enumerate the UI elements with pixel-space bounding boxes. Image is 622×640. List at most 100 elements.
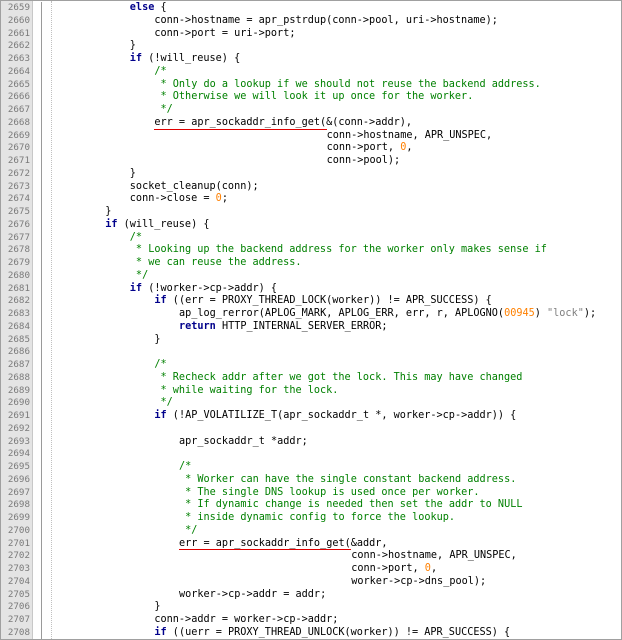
code-text: */ — [130, 270, 148, 283]
code-line[interactable]: 2687 /* — [1, 359, 621, 372]
code-line[interactable]: 2681 if (!worker->cp->addr) { — [1, 282, 621, 296]
line-number: 2681 — [7, 282, 30, 294]
code-line[interactable]: 2677 /* — [1, 231, 621, 245]
code-line[interactable]: 2665 * Only do a lookup if we should not… — [1, 78, 621, 92]
code-token: conn->close = — [129, 193, 216, 205]
code-text: conn->hostname = apr_pstrdup(conn->pool,… — [154, 15, 497, 28]
code-line[interactable]: 2708 if ((uerr = PROXY_THREAD_UNLOCK(work… — [1, 626, 621, 639]
code-line[interactable]: 2706} — [1, 601, 621, 614]
code-line[interactable]: 2707 conn->addr = worker->cp->addr; — [1, 614, 621, 627]
code-text: /* — [130, 232, 142, 245]
code-line[interactable]: 2666 * Otherwise we will look it up once… — [1, 91, 621, 104]
code-line[interactable]: 2664 /* — [1, 65, 621, 79]
string-token: "lock" — [547, 308, 584, 319]
code-line[interactable]: 2663 if (!will_reuse) { — [1, 53, 621, 66]
fold-guide — [41, 410, 42, 423]
code-text: else { — [130, 2, 167, 15]
comment-token: * Worker can have the single constant ba… — [179, 473, 517, 485]
code-line[interactable]: 2693 apr_sockaddr_t *addr; — [1, 435, 621, 449]
comment-token: */ — [154, 397, 173, 409]
code-line[interactable]: 2679 * we can reuse the address. — [1, 257, 621, 270]
code-line[interactable]: 2660 conn->hostname = apr_pstrdup(conn->p… — [1, 14, 621, 28]
code-line[interactable]: 2703 conn->port, 0, — [1, 563, 621, 576]
code-line[interactable]: 2702 conn->hostname, APR_UNSPEC, — [1, 550, 621, 563]
code-token: worker->cp->dns_pool); — [351, 575, 487, 587]
code-line[interactable]: 2690 */ — [1, 397, 621, 410]
code-token: conn->hostname, APR_UNSPEC, — [351, 550, 517, 562]
keyword-token: if — [129, 282, 143, 294]
code-text: } — [154, 601, 160, 614]
code-line[interactable]: 2672} — [1, 167, 621, 181]
comment-token: */ — [179, 524, 198, 536]
comment-token: /* — [154, 359, 167, 370]
code-text: } — [154, 334, 160, 347]
code-line[interactable]: 2675} — [1, 206, 621, 219]
code-line[interactable]: 2671 conn->pool); — [1, 155, 621, 168]
fold-guide — [41, 244, 42, 257]
fold-guide — [41, 40, 42, 53]
code-line[interactable]: 2669 conn->hostname, APR_UNSPEC, — [1, 129, 621, 143]
code-text: /* — [154, 359, 166, 372]
code-line[interactable]: 2659 else { — [1, 2, 621, 15]
code-line[interactable]: 2682 if ((err = PROXY_THREAD_LOCK(worker)… — [1, 295, 621, 308]
code-text: * inside dynamic config to force the loo… — [179, 512, 455, 525]
code-text: conn->addr = worker->cp->addr; — [154, 614, 338, 627]
code-editor[interactable]: 2659 else {2660 conn->hostname = apr_pstrd… — [0, 0, 622, 640]
code-line[interactable]: 2700 */ — [1, 524, 621, 538]
line-number: 2701 — [7, 537, 30, 549]
line-number: 2691 — [7, 410, 30, 421]
line-number: 2674 — [7, 193, 30, 205]
code-text: conn->port, 0, — [327, 142, 413, 155]
code-line[interactable]: 2661 conn->port = uri->port; — [1, 27, 621, 41]
line-number: 2666 — [7, 91, 30, 103]
code-token: conn->port = uri->port; — [154, 27, 296, 39]
code-text: socket_cleanup(conn); — [130, 181, 259, 194]
code-line[interactable]: 2698 * If dynamic change is needed then … — [1, 499, 621, 512]
fold-guide — [41, 206, 42, 219]
code-text: if (!will_reuse) { — [130, 53, 240, 66]
code-line[interactable]: 2688 * Recheck addr after we got the loc… — [1, 371, 621, 385]
fold-guide — [41, 27, 42, 41]
code-line[interactable]: 2705 worker->cp->addr = addr; — [1, 588, 621, 602]
line-number: 2690 — [7, 397, 30, 409]
code-line[interactable]: 2697 * The single DNS lookup is used onc… — [1, 486, 621, 500]
fold-guide — [41, 180, 42, 194]
fold-guide — [41, 193, 42, 206]
code-line[interactable]: 2667 */ — [1, 104, 621, 117]
code-text: * The single DNS lookup is used once per… — [179, 487, 479, 500]
code-line[interactable]: 2695 /* — [1, 461, 621, 474]
code-token: , — [430, 563, 438, 574]
code-text: apr_sockaddr_t *addr; — [179, 436, 308, 449]
code-line[interactable]: 2680 */ — [1, 269, 621, 283]
code-line[interactable]: 2683 ap_log_rerror(APLOG_MARK, APLOG_ERR,… — [1, 308, 621, 321]
code-line[interactable]: 2676 if (will_reuse) { — [1, 218, 621, 232]
code-line[interactable]: 2692 — [1, 422, 621, 436]
code-line[interactable]: 2662} — [1, 40, 621, 53]
line-number: 2697 — [7, 486, 30, 498]
code-line[interactable]: 2699 * inside dynamic config to force th… — [1, 512, 621, 525]
line-number: 2686 — [7, 346, 30, 358]
code-line[interactable]: 2685} — [1, 333, 621, 347]
code-line[interactable]: 2674 conn->close = 0; — [1, 193, 621, 206]
line-number: 2660 — [7, 14, 30, 26]
line-number: 2676 — [7, 218, 30, 230]
code-line[interactable]: 2670 conn->port, 0, — [1, 142, 621, 155]
code-line[interactable]: 2694 — [1, 448, 621, 461]
code-line[interactable]: 2691 if (!AP_VOLATILIZE_T(apr_sockaddr_t … — [1, 410, 621, 423]
code-line[interactable]: 2689 * while waiting for the lock. — [1, 384, 621, 398]
code-line[interactable]: 2673 socket_cleanup(conn); — [1, 180, 621, 194]
comment-token: /* — [179, 461, 192, 472]
code-token: ((uerr = PROXY_THREAD_UNLOCK(worker)) !=… — [166, 626, 511, 638]
code-text: * Looking up the backend address for the… — [130, 244, 547, 257]
code-line[interactable]: 2686 — [1, 346, 621, 359]
code-line[interactable]: 2678 * Looking up the backend address fo… — [1, 244, 621, 257]
code-line[interactable]: 2684 return HTTP_INTERNAL_SERVER_ERROR; — [1, 320, 621, 334]
fold-guide — [41, 129, 42, 143]
code-line[interactable]: 2704 worker->cp->dns_pool); — [1, 575, 621, 589]
line-number: 2689 — [7, 384, 30, 396]
code-token: } — [105, 206, 112, 217]
code-token: } — [129, 40, 136, 52]
code-line[interactable]: 2696 * Worker can have the single consta… — [1, 473, 621, 487]
comment-token: * while waiting for the lock. — [154, 384, 339, 396]
code-token: conn->pool); — [326, 155, 401, 166]
